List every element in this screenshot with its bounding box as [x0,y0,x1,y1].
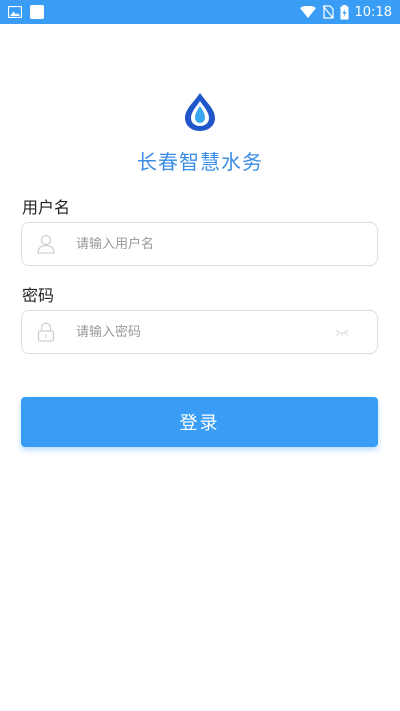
username-field[interactable] [21,222,378,266]
image-icon [8,6,22,18]
wifi-icon [299,6,316,18]
status-bar: 10:18 [0,0,400,24]
notification-square-icon [30,5,44,19]
water-drop-logo-icon [183,92,217,132]
status-right: 10:18 [299,4,392,20]
login-button[interactable]: 登录 [21,397,378,447]
status-left [8,5,44,19]
password-input[interactable] [76,312,316,352]
no-sim-icon [322,5,334,19]
lock-icon [26,310,66,354]
status-time: 10:18 [354,4,392,20]
username-input[interactable] [76,224,316,264]
username-label: 用户名 [22,198,71,217]
app-title: 长春智慧水务 [137,150,263,174]
password-field[interactable] [21,310,378,354]
password-label: 密码 [22,286,55,305]
user-icon [26,222,66,266]
battery-charging-icon [340,4,349,20]
eye-closed-icon[interactable] [333,324,351,342]
